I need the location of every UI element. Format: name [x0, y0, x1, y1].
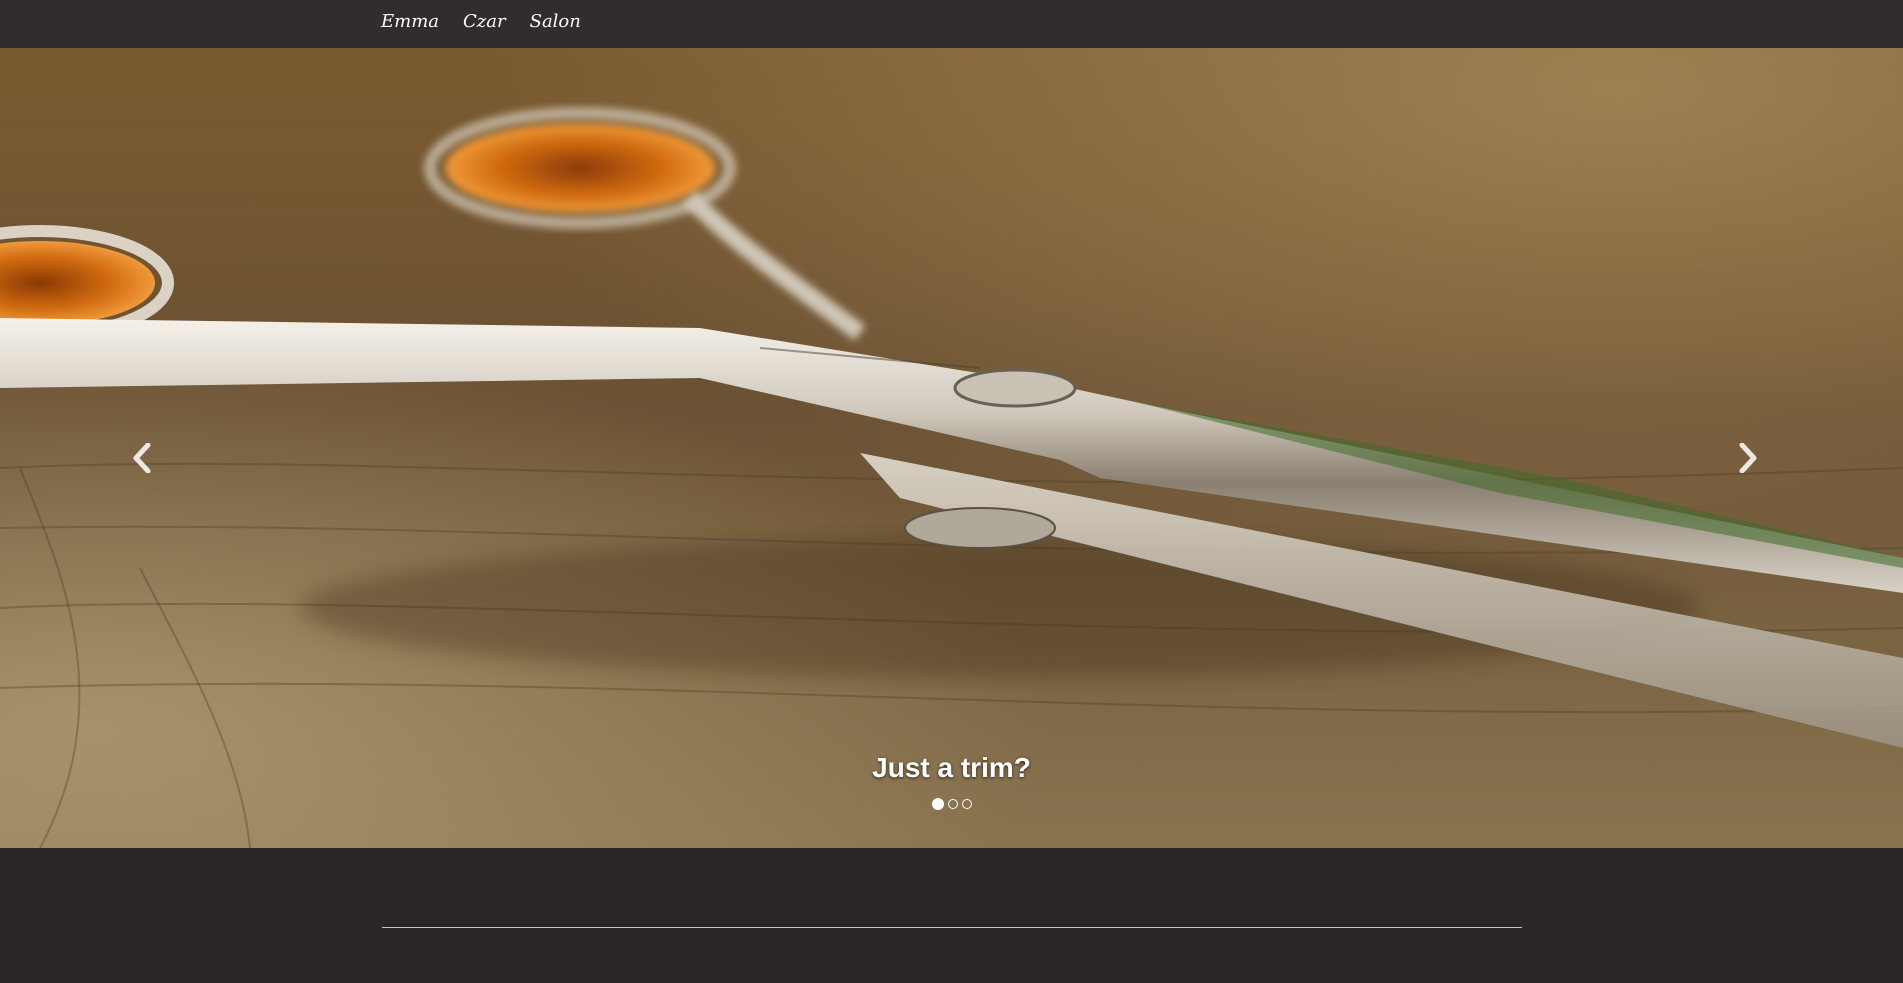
carousel-indicators: [0, 798, 1903, 810]
footer-divider: [382, 927, 1522, 928]
nav-link-salon[interactable]: Salon: [530, 9, 581, 35]
top-navbar: Emma Czar Salon: [0, 0, 1903, 49]
carousel-indicator-1[interactable]: [931, 798, 944, 810]
carousel-indicator-3[interactable]: [961, 799, 972, 809]
hero-carousel: Just a trim?: [0, 48, 1903, 848]
scissors-photo: [0, 48, 1903, 848]
carousel-indicator-2[interactable]: [947, 799, 958, 809]
nav-links: Emma Czar Salon: [381, 9, 581, 35]
nav-link-emma[interactable]: Emma: [381, 9, 439, 35]
nav-link-czar[interactable]: Czar: [463, 9, 506, 35]
carousel-caption: Just a trim?: [872, 752, 1031, 783]
carousel-next-button[interactable]: [1728, 428, 1768, 488]
chevron-right-icon: [1739, 443, 1757, 473]
chevron-left-icon: [133, 443, 151, 473]
carousel-prev-button[interactable]: [122, 428, 162, 488]
